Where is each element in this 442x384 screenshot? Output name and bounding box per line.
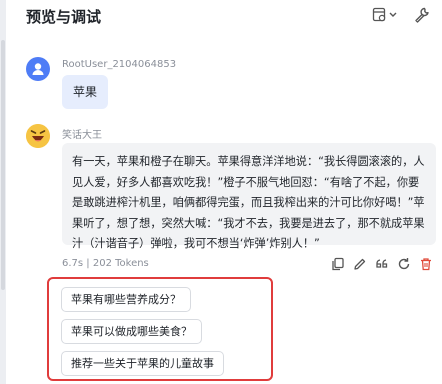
panel-header: 预览与调试 bbox=[26, 0, 442, 30]
user-message-bubble: 苹果 bbox=[62, 75, 108, 109]
bot-message-bubble: 有一天，苹果和橙子在聊天。苹果得意洋洋地说：“我长得圆滚滚的，人见人爱，好多人都… bbox=[62, 143, 436, 250]
person-icon bbox=[32, 63, 44, 75]
user-name: RootUser_2104064853 bbox=[62, 59, 177, 70]
bot-avatar bbox=[26, 124, 50, 148]
suggested-question-2[interactable]: 苹果可以做成哪些美食？ bbox=[61, 319, 202, 344]
scrollbar-thumb[interactable] bbox=[1, 40, 5, 290]
edit-icon[interactable] bbox=[352, 256, 368, 272]
refresh-icon[interactable] bbox=[396, 256, 412, 272]
page-title: 预览与调试 bbox=[26, 8, 102, 26]
quote-icon[interactable] bbox=[374, 256, 390, 272]
scrollbar[interactable] bbox=[0, 0, 6, 384]
bot-name: 笑话大王 bbox=[62, 130, 102, 141]
wrench-icon[interactable] bbox=[413, 6, 433, 24]
response-stats: 6.7s | 202 Tokens bbox=[62, 258, 149, 269]
suggested-question-1[interactable]: 苹果有哪些营养成分？ bbox=[61, 287, 191, 312]
suggested-question-3[interactable]: 推荐一些关于苹果的儿童故事 bbox=[61, 351, 224, 376]
user-avatar bbox=[26, 57, 50, 81]
preview-debug-panel: 预览与调试 RootUser_2104064853 苹果 笑话大王 有一天，苹果… bbox=[0, 0, 442, 384]
layout-settings-icon[interactable] bbox=[372, 6, 397, 24]
delete-icon[interactable] bbox=[418, 256, 434, 272]
copy-icon[interactable] bbox=[330, 256, 346, 272]
laughing-face-icon bbox=[26, 124, 50, 148]
